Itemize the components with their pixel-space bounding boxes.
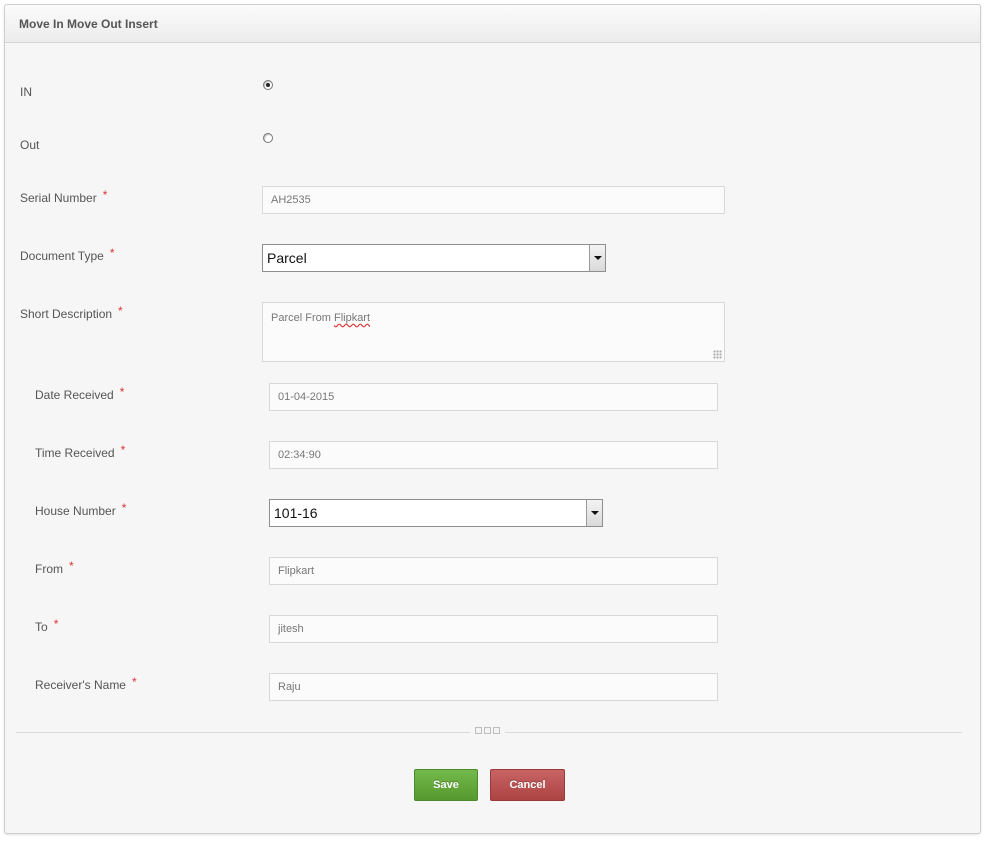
serial-number-label: Serial Number * (20, 188, 108, 205)
to-input[interactable] (269, 615, 718, 643)
time-received-input[interactable] (269, 441, 718, 469)
date-received-input[interactable] (269, 383, 718, 411)
misspelled-word: Flipkart (333, 312, 371, 324)
short-description-text: Parcel From (271, 312, 334, 324)
receivers-name-label: Receiver's Name * (35, 675, 137, 692)
chevron-down-icon[interactable] (586, 500, 602, 526)
time-received-label: Time Received * (35, 443, 126, 460)
house-number-value: 101-16 (274, 505, 318, 521)
divider-dots (470, 727, 505, 734)
out-radio[interactable] (263, 133, 273, 143)
short-description-textarea[interactable]: Parcel From Flipkart (262, 302, 725, 362)
panel-title: Move In Move Out Insert (5, 5, 980, 43)
required-marker: * (118, 304, 123, 318)
short-description-label: Short Description * (20, 304, 123, 321)
required-marker: * (119, 385, 125, 399)
from-label: From * (35, 559, 74, 576)
house-number-label: House Number * (35, 501, 127, 518)
save-button[interactable]: Save (414, 769, 478, 801)
required-marker: * (109, 246, 115, 260)
out-label: Out (20, 138, 40, 152)
divider-square-icon (484, 727, 491, 734)
required-marker: * (53, 617, 59, 631)
document-type-label: Document Type * (20, 246, 115, 263)
required-marker: * (120, 443, 126, 457)
required-marker: * (131, 675, 137, 689)
required-marker: * (102, 188, 108, 202)
document-type-value: Parcel (267, 250, 307, 266)
required-marker: * (121, 501, 127, 515)
chevron-down-icon[interactable] (589, 245, 605, 271)
to-label: To * (35, 617, 59, 634)
required-marker: * (69, 559, 74, 573)
serial-number-input[interactable] (262, 186, 725, 214)
in-label: IN (20, 85, 32, 99)
cancel-button[interactable]: Cancel (490, 769, 565, 801)
divider-square-icon (493, 727, 500, 734)
resize-grip-icon[interactable] (713, 350, 722, 359)
from-input[interactable] (269, 557, 718, 585)
document-type-select[interactable]: Parcel (262, 244, 606, 272)
move-in-move-out-panel: Move In Move Out Insert (4, 4, 981, 834)
receivers-name-input[interactable] (269, 673, 718, 701)
in-radio[interactable] (263, 80, 273, 90)
date-received-label: Date Received * (35, 385, 125, 402)
divider-square-icon (475, 727, 482, 734)
house-number-select[interactable]: 101-16 (269, 499, 603, 527)
